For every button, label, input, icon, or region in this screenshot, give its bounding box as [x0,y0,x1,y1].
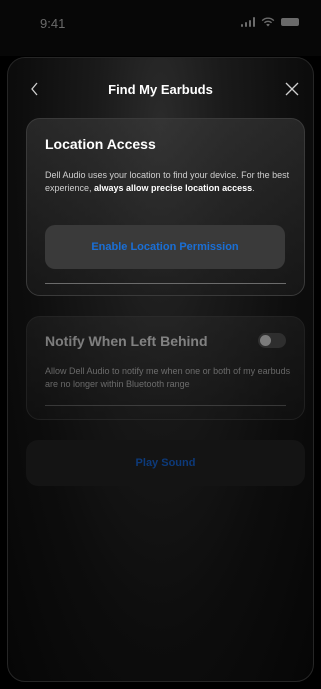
status-time: 9:41 [40,16,66,31]
find-earbuds-sheet: Find My Earbuds Location Access Dell Aud… [7,57,314,682]
notify-left-behind-description: Allow Dell Audio to notify me when one o… [45,366,291,389]
notify-left-behind-title: Notify When Left Behind [45,333,208,349]
notify-left-behind-toggle[interactable] [258,333,286,348]
toggle-knob [260,335,271,346]
location-description-emphasis: always allow precise location access [94,182,253,193]
wifi-icon [261,17,275,27]
nav-bar: Find My Earbuds [8,74,313,104]
divider [45,283,286,284]
location-access-card: Location Access Dell Audio uses your loc… [26,118,305,296]
close-icon [285,82,299,96]
cellular-signal-icon [240,17,255,27]
location-access-description: Dell Audio uses your location to find yo… [45,169,295,194]
status-bar: 9:41 [0,0,321,56]
page-title: Find My Earbuds [108,82,213,97]
status-icons [240,17,299,27]
location-description-end: . [252,182,255,193]
enable-location-permission-button[interactable]: Enable Location Permission [45,225,285,269]
notify-left-behind-card: Notify When Left Behind Allow Dell Audio… [26,316,305,420]
divider [45,405,286,406]
battery-icon [281,18,299,26]
location-access-title: Location Access [45,136,156,152]
play-sound-button[interactable]: Play Sound [26,440,305,486]
close-button[interactable] [281,78,303,100]
